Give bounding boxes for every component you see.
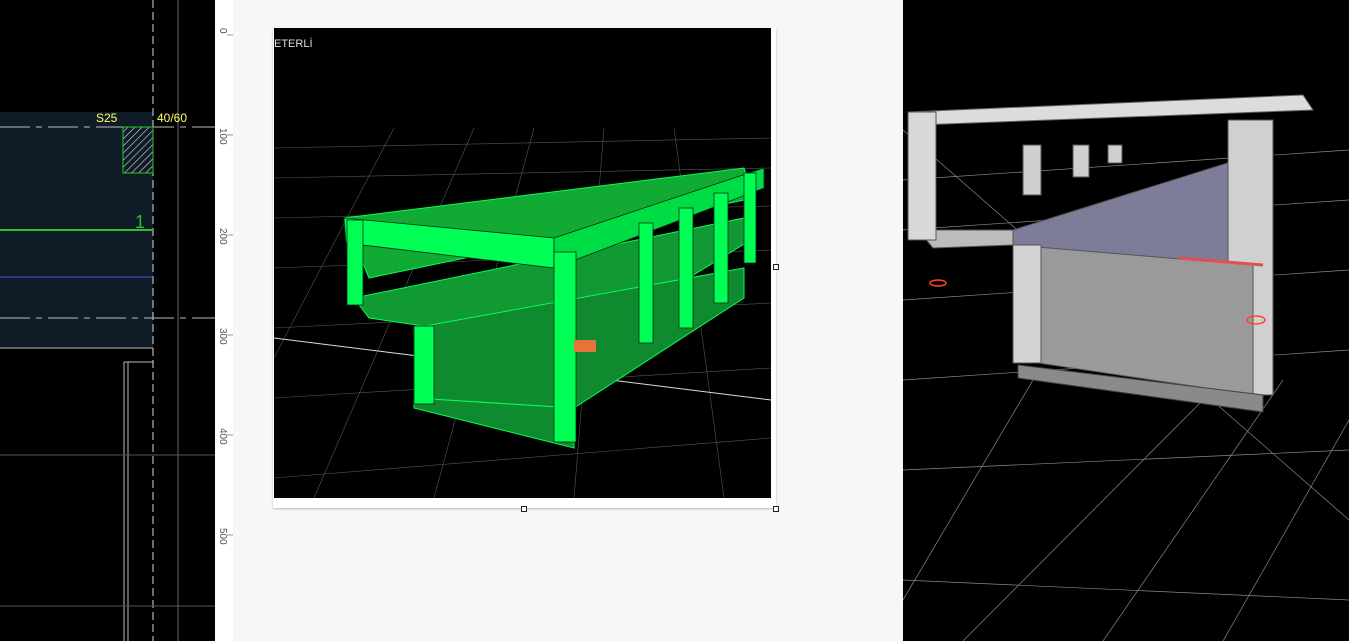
3d-model-view[interactable]: [903, 0, 1349, 641]
column-6: [713, 192, 729, 304]
image-overlay-text: ETERLİ: [274, 38, 313, 50]
column-c: [1022, 144, 1042, 196]
ruler-tick-100: 100: [217, 128, 228, 145]
embedded-image-frame[interactable]: ETERLİ: [273, 28, 779, 512]
column-size-label: 40/60: [157, 111, 188, 125]
column-2: [553, 251, 577, 443]
support-marker-1: [929, 279, 947, 287]
resize-handle-right[interactable]: [773, 264, 779, 270]
column-5: [678, 207, 694, 329]
ruler-tick-200: 200: [217, 228, 228, 245]
document-page[interactable]: ETERLİ: [233, 0, 903, 641]
cad-drawing: [0, 0, 215, 641]
ruler-tick-400: 400: [217, 428, 228, 445]
axis-label: 1: [135, 212, 146, 232]
column-e: [1107, 144, 1123, 164]
column-d: [1072, 144, 1090, 178]
vertical-ruler: 0 100 200 300 400 500: [215, 0, 234, 641]
structure-render-image[interactable]: ETERLİ: [274, 28, 771, 498]
column-7: [743, 172, 757, 264]
column-4: [638, 222, 654, 344]
cad-plan-view[interactable]: S25 40/60 1: [0, 0, 215, 641]
resize-handle-bottom-right[interactable]: [773, 506, 779, 512]
stress-highlight: [574, 340, 596, 352]
column-1: [346, 219, 364, 306]
ruler-tick-0: 0: [217, 28, 228, 34]
green-frame-model: [274, 127, 771, 498]
column-3: [413, 325, 435, 405]
column-label: S25: [96, 111, 118, 125]
ruler-tick-500: 500: [217, 528, 228, 545]
column-a: [907, 111, 937, 241]
resize-handle-bottom[interactable]: [521, 506, 527, 512]
column-f: [1012, 244, 1042, 364]
ruler-tick-300: 300: [217, 328, 228, 345]
grey-frame-model: [903, 94, 1349, 641]
column-s25: [122, 126, 154, 174]
